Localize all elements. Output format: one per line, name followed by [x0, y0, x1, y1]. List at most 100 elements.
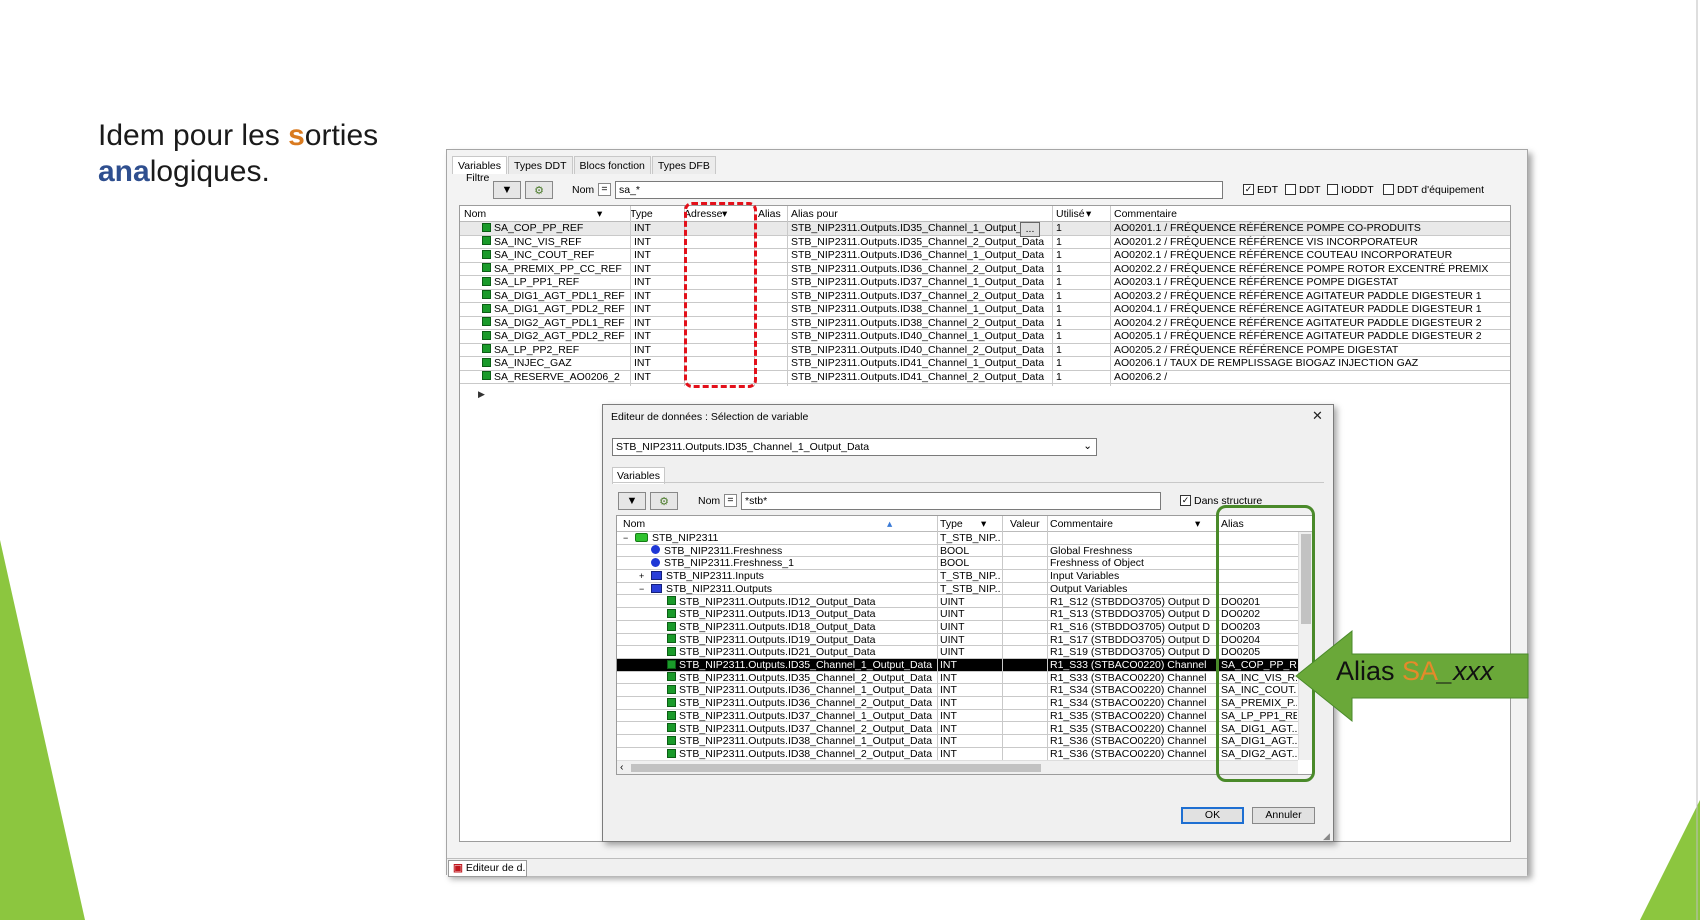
cell-nom: STB_NIP2311.Outputs.ID35_Channel_2_Outpu…	[655, 672, 937, 685]
tree-row[interactable]: + STB_NIP2311.Inputs T_STB_NIP... Input Var…	[617, 570, 1298, 583]
checkbox-ddt[interactable]	[1285, 183, 1296, 195]
table-row[interactable]: SA_DIG1_AGT_PDL2_REF INT STB_NIP2311.Outpu…	[460, 303, 1510, 317]
cell-nom: STB_NIP2311.Outputs.ID36_Channel_1_Outpu…	[655, 684, 937, 697]
check-ddt-equipement[interactable]: DDT d'équipement	[1383, 183, 1484, 196]
table-row[interactable]: SA_RESERVE_AO0206_2 INT STB_NIP2311.Output…	[460, 371, 1510, 384]
table-row[interactable]: SA_DIG2_AGT_PDL1_REF INT STB_NIP2311.Outpu…	[460, 316, 1510, 330]
cell-type: BOOL	[940, 544, 970, 557]
col-nom[interactable]: Nom	[623, 518, 645, 530]
tree-row[interactable]: STB_NIP2311.Outputs.ID36_Channel_1_Outpu…	[617, 684, 1298, 698]
check-ddt[interactable]: DDT	[1285, 183, 1321, 196]
tab-types-ddt[interactable]: Types DDT	[508, 156, 573, 174]
tree-row[interactable]: STB_NIP2311.Outputs.ID38_Channel_2_Outpu…	[617, 748, 1298, 761]
tab-blocs-fonction[interactable]: Blocs fonction	[573, 156, 651, 174]
cell-type: INT	[634, 262, 651, 275]
tree-row[interactable]: STB_NIP2311.Outputs.ID12_Output_Data UINT…	[617, 596, 1298, 609]
checkbox-dans-structure[interactable]: ✓	[1180, 494, 1191, 506]
expand-toggle-icon[interactable]: −	[623, 532, 635, 545]
checkbox-edt[interactable]: ✓	[1243, 183, 1254, 195]
cell-type: T_STB_NIP...	[940, 570, 1000, 583]
tree-row[interactable]: − STB_NIP2311.Outputs T_STB_NIP... Output V…	[617, 583, 1298, 596]
table-row[interactable]: SA_LP_PP2_REF INT STB_NIP2311.Outputs.ID40…	[460, 344, 1510, 357]
col-type[interactable]: Type	[940, 518, 963, 530]
horizontal-scrollbar[interactable]: ‹	[617, 760, 1298, 774]
col-commentaire[interactable]: Commentaire	[1114, 208, 1177, 220]
col-alias[interactable]: Alias	[758, 208, 781, 220]
tree-row[interactable]: − STB_NIP2311 T_STB_NIP...	[617, 532, 1298, 545]
check-ioddt[interactable]: IODDT	[1327, 183, 1374, 196]
dialog-title: Editeur de données : Sélection de variab…	[611, 411, 809, 423]
taskbar-item-editeur[interactable]: ▣ Editeur de d...	[448, 860, 527, 877]
tree-row[interactable]: STB_NIP2311.Outputs.ID35_Channel_2_Outpu…	[617, 672, 1298, 685]
sort-arrow-icon[interactable]: ▾	[597, 208, 602, 220]
col-commentaire[interactable]: Commentaire	[1050, 518, 1113, 530]
cell-commentaire: AO0204.2 / FRÉQUENCE RÉFÉRENCE AGITATEUR…	[1114, 316, 1482, 329]
cell-type: INT	[634, 330, 651, 342]
table-row[interactable]: SA_DIG2_AGT_PDL2_REF INT STB_NIP2311.Outpu…	[460, 330, 1510, 344]
chevron-down-icon[interactable]: ⌄	[1083, 440, 1092, 452]
filter-name-input[interactable]: sa_*	[615, 181, 1223, 199]
scroll-left-icon[interactable]: ‹	[620, 761, 624, 773]
equals-operator[interactable]: =	[724, 494, 737, 507]
cell-utilise: 1	[1056, 330, 1062, 342]
tree-row[interactable]: STB_NIP2311.Outputs.ID36_Channel_2_Outpu…	[617, 697, 1298, 710]
cell-type: INT	[634, 303, 651, 315]
filter-icon[interactable]: ▼	[493, 181, 521, 199]
table-row[interactable]: SA_INJEC_GAZ INT STB_NIP2311.Outputs.ID41_…	[460, 357, 1510, 371]
tree-row[interactable]: STB_NIP2311.Outputs.ID18_Output_Data UINT…	[617, 621, 1298, 634]
sort-arrow-icon[interactable]: ▾	[1086, 208, 1091, 220]
cell-alias-pour: STB_NIP2311.Outputs.ID37_Channel_2_Outpu…	[791, 289, 1045, 302]
filter-icon[interactable]: ▼	[618, 492, 646, 510]
sort-arrow-icon[interactable]: ▾	[1195, 518, 1200, 530]
scrollbar-thumb[interactable]	[631, 764, 1041, 772]
tree-row[interactable]: STB_NIP2311.Outputs.ID13_Output_Data UINT…	[617, 608, 1298, 621]
dialog-variables-grid: Nom ▴ Type ▾ Valeur Commentaire ▾ Alias …	[616, 515, 1313, 775]
tab-types-dfb[interactable]: Types DFB	[651, 156, 716, 174]
col-utilise[interactable]: Utilisé	[1056, 208, 1085, 220]
tree-row[interactable]: STB_NIP2311.Outputs.ID37_Channel_1_Outpu…	[617, 710, 1298, 723]
tree-row[interactable]: STB_NIP2311.Outputs.ID38_Channel_1_Outpu…	[617, 735, 1298, 748]
tree-row[interactable]: STB_NIP2311.Freshness BOOL Global Freshnes…	[617, 545, 1298, 558]
close-icon[interactable]: ✕	[1312, 408, 1323, 424]
cell-type: INT	[940, 671, 957, 684]
variable-icon	[482, 357, 491, 367]
table-row[interactable]: SA_DIG1_AGT_PDL1_REF INT STB_NIP2311.Outpu…	[460, 289, 1510, 303]
tree-row[interactable]: STB_NIP2311.Freshness_1 BOOL Freshness of …	[617, 557, 1298, 571]
col-valeur[interactable]: Valeur	[1010, 518, 1040, 530]
table-row[interactable]: SA_COP_PP_REF INT STB_NIP2311.Outputs.ID35…	[460, 222, 1510, 237]
filter-settings-icon[interactable]: ⚙	[525, 181, 553, 199]
ok-button[interactable]: OK	[1181, 807, 1244, 824]
annuler-button[interactable]: Annuler	[1252, 807, 1315, 824]
cell-type: INT	[634, 357, 651, 369]
variable-combo[interactable]: STB_NIP2311.Outputs.ID35_Channel_1_Outpu…	[612, 438, 1097, 456]
variable-icon	[667, 710, 676, 720]
cell-type: BOOL	[940, 557, 970, 570]
checkbox-ioddt[interactable]	[1327, 183, 1338, 195]
check-edt[interactable]: ✓ EDT	[1243, 183, 1278, 196]
tree-row[interactable]: STB_NIP2311.Outputs.ID35_Channel_1_Outpu…	[617, 659, 1298, 672]
col-nom[interactable]: Nom	[464, 208, 486, 220]
expand-toggle-icon[interactable]: +	[639, 570, 651, 583]
equals-operator[interactable]: =	[598, 183, 611, 196]
tree-row[interactable]: STB_NIP2311.Outputs.ID21_Output_Data UINT…	[617, 646, 1298, 659]
table-row[interactable]: SA_PREMIX_PP_CC_REF INT STB_NIP2311.Output…	[460, 262, 1510, 276]
cell-commentaire: R1_S12 (STBDDO3705) Output Data	[1050, 595, 1210, 608]
sort-arrow-icon[interactable]: ▾	[981, 518, 986, 530]
table-row[interactable]: SA_LP_PP1_REF INT STB_NIP2311.Outputs.ID37…	[460, 276, 1510, 290]
sort-up-icon[interactable]: ▴	[887, 518, 892, 530]
table-row[interactable]: SA_INC_VIS_REF INT STB_NIP2311.Outputs.ID3…	[460, 236, 1510, 249]
dialog-filter-input[interactable]: *stb*	[741, 492, 1161, 510]
column-separator	[1052, 206, 1053, 386]
cell-commentaire: AO0204.1 / FRÉQUENCE RÉFÉRENCE AGITATEUR…	[1114, 303, 1482, 315]
expand-toggle-icon[interactable]: −	[639, 583, 651, 596]
col-type[interactable]: Type	[630, 208, 653, 220]
filter-settings-icon[interactable]: ⚙	[650, 492, 678, 510]
col-alias-pour[interactable]: Alias pour	[791, 208, 838, 220]
tree-row[interactable]: STB_NIP2311.Outputs.ID37_Channel_2_Outpu…	[617, 723, 1298, 736]
table-row[interactable]: SA_INC_COUT_REF INT STB_NIP2311.Outputs.ID…	[460, 249, 1510, 263]
cell-nom: STB_NIP2311.Outputs.ID36_Channel_2_Outpu…	[655, 697, 937, 710]
cell-commentaire: AO0206.1 / TAUX DE REMPLISSAGE BIOGAZ IN…	[1114, 357, 1419, 369]
checkbox-ddt-equipement[interactable]	[1383, 183, 1394, 195]
tree-row[interactable]: STB_NIP2311.Outputs.ID19_Output_Data UINT…	[617, 634, 1298, 647]
resize-grip-icon[interactable]: ◢	[1323, 831, 1330, 842]
